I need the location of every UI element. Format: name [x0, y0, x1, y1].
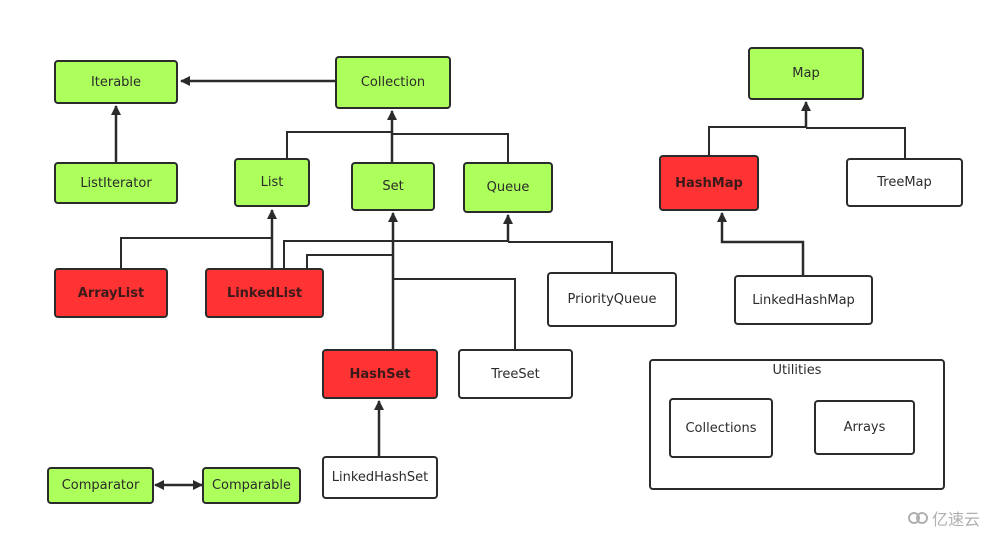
node-label: LinkedHashSet	[331, 470, 429, 485]
watermark: 亿速云	[907, 506, 980, 530]
edge-priorityqueue-queue	[508, 241, 613, 272]
node-label: LinkedList	[226, 285, 303, 301]
node-label: HashMap	[675, 175, 743, 191]
node-label: PriorityQueue	[567, 292, 657, 307]
node-priorityqueue[interactable]: PriorityQueue	[547, 272, 677, 327]
node-map[interactable]: Map	[748, 47, 864, 100]
node-linkedlist[interactable]: LinkedList	[205, 268, 324, 318]
watermark-text: 亿速云	[931, 510, 980, 529]
node-list[interactable]: List	[234, 158, 310, 207]
node-label: Comparator	[61, 478, 140, 493]
node-label: ListIterator	[80, 175, 152, 191]
node-hashmap[interactable]: HashMap	[659, 155, 759, 211]
node-treemap[interactable]: TreeMap	[846, 158, 963, 207]
node-iterable[interactable]: Iterable	[54, 60, 178, 104]
node-linkedhashmap[interactable]: LinkedHashMap	[734, 275, 873, 325]
node-label: Queue	[486, 180, 530, 195]
node-arrays[interactable]: Arrays	[814, 400, 915, 455]
node-label: Arrays	[843, 420, 886, 435]
node-label: TreeSet	[491, 366, 540, 382]
node-linkedhashset[interactable]: LinkedHashSet	[322, 456, 438, 499]
node-label: Collection	[360, 75, 426, 90]
edge-linkedlist-set	[306, 254, 393, 268]
utilities-title: Utilities	[772, 363, 822, 378]
node-hashset[interactable]: HashSet	[322, 349, 438, 399]
edge-treemap-map	[806, 127, 906, 158]
node-comparable[interactable]: Comparable	[202, 467, 301, 504]
node-comparator[interactable]: Comparator	[47, 467, 154, 504]
node-label: Set	[382, 179, 404, 194]
node-treeset[interactable]: TreeSet	[458, 349, 573, 399]
node-label: List	[260, 175, 284, 190]
edge-list-collection	[286, 131, 392, 158]
node-list-iterator[interactable]: ListIterator	[54, 162, 178, 204]
cloud-logo-icon	[907, 512, 928, 524]
node-label: Map	[792, 66, 820, 81]
node-arraylist[interactable]: ArrayList	[54, 268, 168, 318]
edge-queue-collection	[392, 133, 509, 162]
node-collections[interactable]: Collections	[669, 398, 773, 458]
edge-arraylist-list	[120, 237, 272, 268]
node-label: ArrayList	[77, 285, 145, 301]
node-label: HashSet	[349, 366, 411, 382]
edge-linkedhashmap-hashmap	[717, 212, 805, 275]
edge-hashmap-map	[708, 126, 806, 155]
node-label: Iterable	[90, 74, 142, 90]
node-set[interactable]: Set	[351, 162, 435, 211]
node-label: Comparable	[211, 478, 292, 493]
node-label: TreeMap	[877, 175, 932, 190]
edge-treeset-set	[393, 278, 516, 350]
node-label: LinkedHashMap	[752, 292, 855, 308]
node-queue[interactable]: Queue	[463, 162, 553, 213]
node-label: Collections	[685, 420, 757, 436]
node-collection[interactable]: Collection	[335, 56, 451, 109]
